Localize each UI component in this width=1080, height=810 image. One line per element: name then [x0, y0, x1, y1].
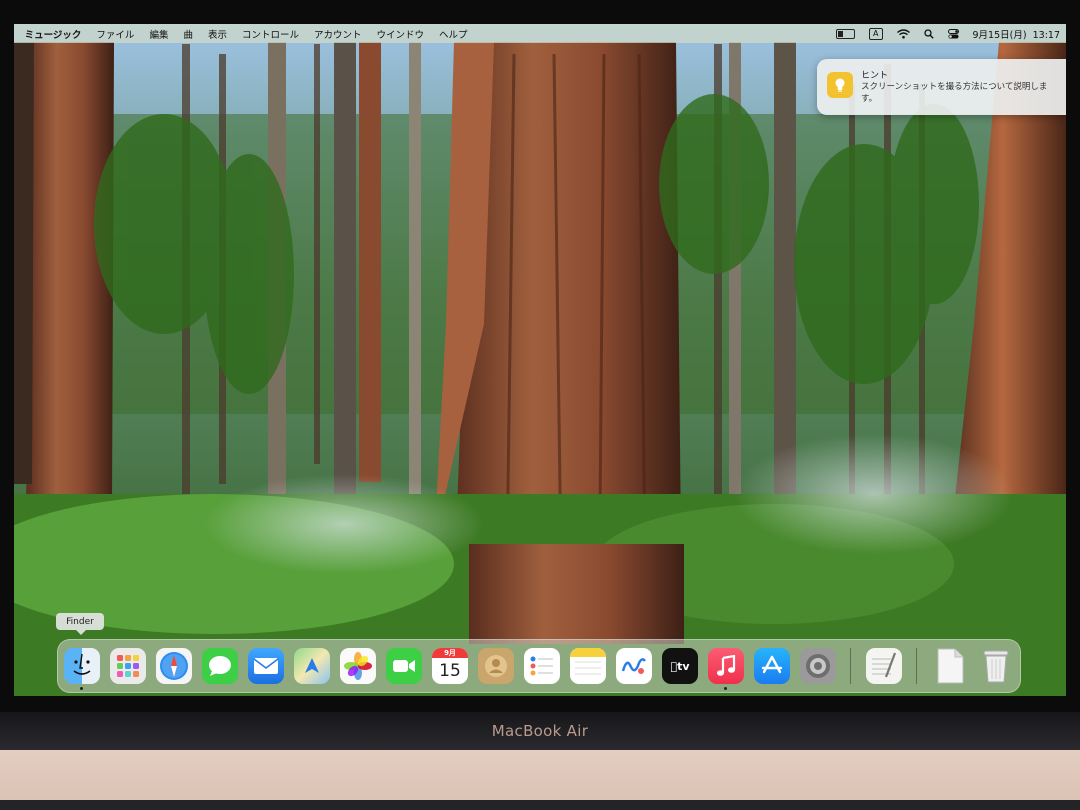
lightbulb-icon — [827, 72, 853, 98]
app-store-icon[interactable] — [754, 648, 790, 684]
keyboard-edge — [0, 800, 1080, 810]
wifi-icon[interactable] — [896, 28, 910, 39]
mail-icon[interactable] — [248, 648, 284, 684]
facetime-icon[interactable] — [386, 648, 422, 684]
search-icon[interactable] — [923, 28, 934, 39]
notification-body: スクリーンショットを撮る方法について説明します。 — [861, 82, 1048, 104]
menubar-date: 9月15日(月) — [972, 29, 1027, 41]
macbook-brand-label: MacBook Air — [491, 722, 589, 740]
notes-icon[interactable] — [570, 648, 606, 684]
dock-tooltip: Finder — [56, 613, 104, 635]
tips-notification[interactable]: ヒント スクリーンショットを撮る方法について説明します。 — [817, 59, 1066, 115]
notification-title: ヒント — [861, 71, 889, 81]
textedit-icon[interactable] — [866, 648, 902, 684]
music-running-dot — [724, 687, 727, 690]
contacts-icon[interactable] — [478, 648, 514, 684]
trash-icon[interactable] — [978, 648, 1014, 684]
menu-file[interactable]: ファイル — [96, 27, 134, 41]
dock-separator — [850, 648, 851, 684]
menu-bar:  ミュージック ファイル 編集 曲 表示 コントロール アカウント ウインドウ… — [14, 24, 1066, 43]
menu-view[interactable]: 表示 — [208, 27, 227, 41]
dock-separator — [916, 648, 917, 684]
calendar-month: 9月 — [432, 648, 468, 658]
menubar-time: 13:17 — [1032, 29, 1060, 41]
menu-app-name[interactable]: ミュージック — [25, 27, 82, 41]
menu-account[interactable]: アカウント — [314, 27, 362, 41]
calendar-icon[interactable]: 9月 15 — [432, 648, 468, 684]
menu-song[interactable]: 曲 — [183, 27, 193, 41]
desktop-screen:  ミュージック ファイル 編集 曲 表示 コントロール アカウント ウインドウ… — [14, 24, 1066, 696]
messages-icon[interactable] — [202, 648, 238, 684]
finder-icon[interactable] — [64, 648, 100, 684]
finder-running-dot — [80, 687, 83, 690]
music-icon[interactable] — [708, 648, 744, 684]
menubar-clock[interactable]: 9月15日(月) 13:17 — [973, 27, 1060, 41]
input-source-icon[interactable]: A — [869, 27, 883, 40]
control-center-icon[interactable] — [947, 28, 959, 39]
battery-icon[interactable] — [836, 28, 856, 39]
menu-edit[interactable]: 編集 — [149, 27, 168, 41]
photos-icon[interactable] — [340, 648, 376, 684]
dock: 9月 15 tv — [57, 639, 1021, 693]
safari-icon[interactable] — [156, 648, 192, 684]
menu-controls[interactable]: コントロール — [242, 27, 299, 41]
apple-tv-icon[interactable]: tv — [662, 648, 698, 684]
document-icon[interactable] — [932, 648, 968, 684]
freeform-icon[interactable] — [616, 648, 652, 684]
system-settings-icon[interactable] — [800, 648, 836, 684]
maps-icon[interactable] — [294, 648, 330, 684]
calendar-day: 15 — [439, 661, 461, 681]
reminders-icon[interactable] — [524, 648, 560, 684]
menu-help[interactable]: ヘルプ — [439, 27, 468, 41]
launchpad-icon[interactable] — [110, 648, 146, 684]
forest-wallpaper — [14, 24, 1066, 696]
menu-window[interactable]: ウインドウ — [377, 27, 425, 41]
